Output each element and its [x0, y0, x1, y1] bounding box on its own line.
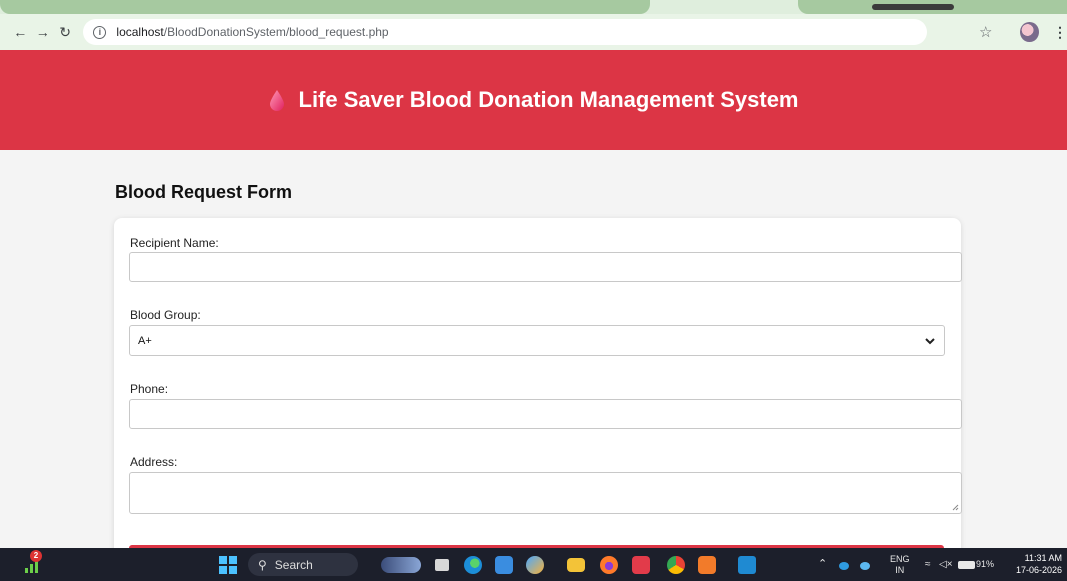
windows-logo-icon	[219, 555, 237, 574]
taskbar-search[interactable]: ⚲ Search	[248, 553, 358, 576]
onedrive-icon[interactable]	[839, 562, 849, 570]
profile-avatar[interactable]	[1020, 22, 1040, 42]
url-path: /BloodDonationSystem/blood_request.php	[163, 25, 389, 39]
browser-toolbar: ← → ↻ i localhost/BloodDonationSystem/bl…	[0, 14, 1067, 50]
copilot-app[interactable]	[525, 555, 545, 574]
language-code: ENG	[890, 554, 910, 564]
copilot-widget[interactable]	[378, 555, 424, 574]
bookmark-star-icon[interactable]: ☆	[979, 23, 992, 41]
recipient-name-label: Recipient Name:	[130, 236, 219, 250]
phone-label: Phone:	[130, 382, 169, 396]
url-host: localhost	[116, 25, 164, 39]
wifi-icon[interactable]: ≈	[925, 559, 931, 570]
vscode-icon	[738, 555, 756, 574]
taskbar-search-label: Search	[274, 557, 313, 572]
folder-icon	[567, 557, 585, 572]
notification-badge: 2	[30, 550, 42, 562]
xampp-icon	[698, 555, 716, 574]
volume-muted-icon[interactable]: ◁×	[939, 559, 953, 570]
browser-tab-strip	[0, 0, 1067, 14]
copilot-icon	[526, 555, 544, 574]
battery-percent: 91%	[976, 559, 995, 569]
recipient-name-input[interactable]	[129, 252, 962, 282]
page-title: Blood Request Form	[115, 182, 293, 202]
url-text[interactable]: localhost/BloodDonationSystem/blood_requ…	[116, 25, 388, 39]
task-view-icon	[435, 558, 449, 571]
blood-drop-icon	[269, 90, 284, 111]
system-clock[interactable]: 11:31 AM 17-06-2026	[1010, 552, 1062, 576]
windows-taskbar: 2 ⚲ Search ⌃ ENG IN ≈ ◁× 91%	[0, 548, 1067, 581]
file-explorer-app[interactable]	[566, 555, 586, 574]
resize-grip-icon[interactable]	[951, 503, 959, 511]
more-menu-icon[interactable]: ⋮	[1053, 24, 1067, 41]
site-info-icon[interactable]: i	[93, 25, 107, 39]
address-label: Address:	[130, 455, 178, 469]
chevron-up-icon[interactable]: ⌃	[818, 559, 827, 570]
blood-group-select[interactable]: A+	[129, 325, 945, 356]
clock-time: 11:31 AM	[1024, 553, 1062, 563]
firefox-icon	[600, 555, 618, 574]
cloud-icon[interactable]	[860, 562, 870, 570]
chrome-icon	[667, 555, 685, 574]
address-bar[interactable]: i localhost/BloodDonationSystem/blood_re…	[83, 19, 927, 45]
chevron-down-icon	[925, 337, 935, 344]
site-header: Life Saver Blood Donation Management Sys…	[0, 50, 1067, 150]
language-region: IN	[895, 565, 905, 575]
wps-icon	[632, 555, 650, 574]
chrome-app[interactable]	[665, 555, 687, 574]
tab-tooltip	[872, 4, 954, 10]
store-app[interactable]	[494, 555, 514, 574]
forward-arrow-icon[interactable]: →	[32, 24, 52, 40]
start-button[interactable]	[218, 555, 238, 574]
edge-icon	[464, 555, 482, 574]
reload-icon[interactable]: ↻	[55, 24, 75, 41]
address-textarea[interactable]	[129, 472, 962, 514]
language-indicator[interactable]: ENG IN	[890, 554, 910, 576]
back-arrow-icon[interactable]: ←	[10, 24, 30, 40]
xampp-app[interactable]	[697, 555, 717, 574]
battery-icon[interactable]	[958, 561, 975, 569]
clock-date: 17-06-2026	[1015, 565, 1062, 575]
blood-group-label: Blood Group:	[130, 308, 201, 322]
wps-app[interactable]	[631, 555, 651, 574]
phone-input[interactable]	[129, 399, 962, 429]
news-widget-icon	[381, 556, 421, 573]
blood-group-selected-value: A+	[138, 334, 152, 347]
store-icon	[495, 555, 513, 574]
edge-app[interactable]	[463, 555, 483, 574]
task-view-button[interactable]	[432, 555, 452, 574]
vscode-app[interactable]	[737, 555, 757, 574]
site-title: Life Saver Blood Donation Management Sys…	[298, 87, 799, 112]
browser-tab[interactable]	[0, 0, 650, 14]
search-icon: ⚲	[258, 557, 267, 572]
firefox-app[interactable]	[599, 555, 619, 574]
